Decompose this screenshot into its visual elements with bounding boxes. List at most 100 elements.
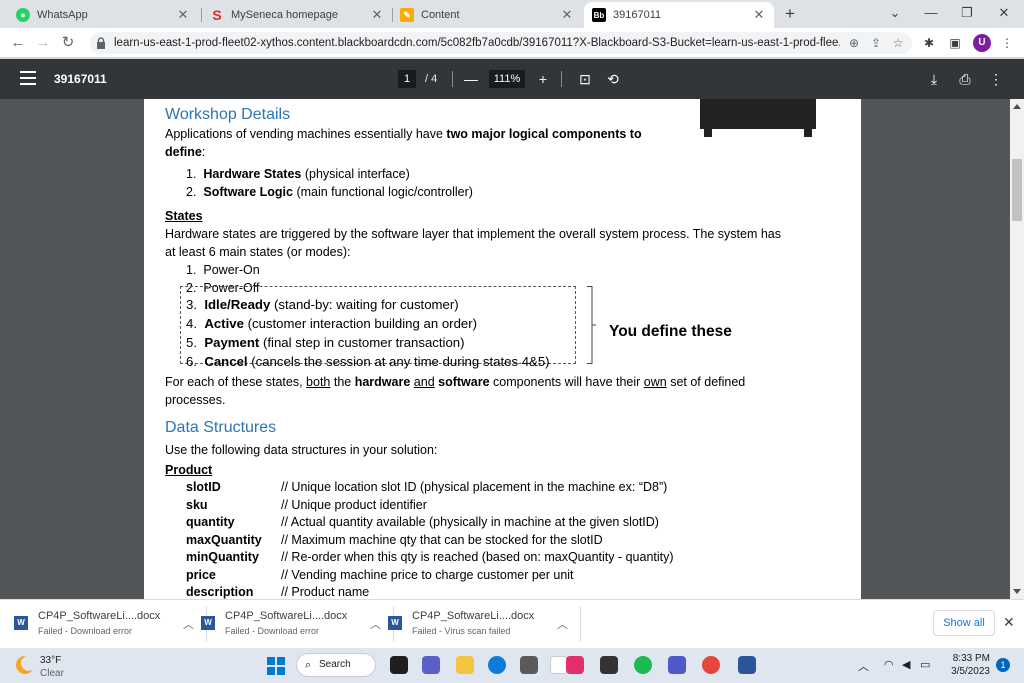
- battery-icon[interactable]: ▭: [920, 658, 930, 671]
- restore-button[interactable]: ❐: [956, 3, 978, 23]
- close-window-button[interactable]: ✕: [993, 3, 1015, 23]
- zoom-icon[interactable]: ⊕: [846, 36, 862, 50]
- menu-icon[interactable]: [20, 71, 36, 85]
- share-icon[interactable]: ⇪: [868, 36, 884, 50]
- total-pages: / 4: [425, 73, 438, 85]
- word-icon[interactable]: [738, 656, 756, 674]
- field-name: sku: [186, 498, 208, 512]
- download-icon[interactable]: ⤓: [924, 69, 944, 89]
- system-clock[interactable]: 8:33 PM 3/5/2023: [940, 652, 990, 678]
- task-view-icon[interactable]: [390, 656, 408, 674]
- more-actions-icon[interactable]: ⋮: [986, 69, 1006, 89]
- start-button[interactable]: [267, 657, 285, 675]
- print-icon[interactable]: ⎙: [955, 69, 975, 89]
- chrome-icon[interactable]: [702, 656, 720, 674]
- bookmark-star-icon[interactable]: ☆: [890, 36, 906, 50]
- profile-avatar[interactable]: U: [973, 34, 991, 52]
- field-name: price: [186, 568, 216, 582]
- minimize-button[interactable]: —: [920, 3, 942, 23]
- seneca-icon: S: [212, 7, 222, 23]
- notification-badge[interactable]: 1: [996, 658, 1010, 672]
- back-button[interactable]: ←: [8, 33, 28, 53]
- new-tab-button[interactable]: +: [780, 4, 800, 24]
- moon-icon: [16, 656, 34, 674]
- vertical-scrollbar[interactable]: [1010, 99, 1024, 599]
- close-icon[interactable]: ✕: [560, 7, 574, 23]
- field-name: minQuantity: [186, 550, 259, 564]
- roxio-icon[interactable]: [600, 656, 618, 674]
- close-icon[interactable]: ✕: [1003, 614, 1015, 631]
- toolbar-divider: [452, 71, 453, 87]
- word-file-icon: W: [14, 616, 28, 630]
- weather-temperature: 33°F: [40, 655, 62, 666]
- field-description: // Vending machine price to charge custo…: [281, 568, 574, 582]
- forward-button[interactable]: →: [33, 33, 53, 53]
- scroll-down-icon[interactable]: [1013, 589, 1021, 594]
- chevron-up-icon[interactable]: ︿: [557, 616, 568, 632]
- download-item[interactable]: W CP4P_SoftwareLi....docx Failed - Virus…: [388, 606, 581, 642]
- component-item: 1. Hardware States (physical interface): [186, 167, 410, 181]
- chevron-up-icon[interactable]: ︿: [370, 616, 381, 632]
- show-hidden-icons[interactable]: ︿: [858, 658, 869, 674]
- windows-taskbar: 33°F Clear ⌕ Search ︿ ◠ ◀ ▭ 8:33 PM 3/5/…: [0, 648, 1024, 683]
- lock-icon: [97, 37, 105, 49]
- zoom-out-button[interactable]: —: [461, 69, 481, 89]
- close-icon[interactable]: ✕: [176, 7, 190, 23]
- scroll-up-icon[interactable]: [1013, 104, 1021, 109]
- download-filename: CP4P_SoftwareLi....docx: [225, 610, 348, 622]
- taskbar-search[interactable]: ⌕ Search: [296, 653, 376, 677]
- state-item: 1. Power-On: [186, 263, 260, 277]
- address-bar[interactable]: learn-us-east-1-prod-fleet02-xythos.cont…: [90, 32, 912, 54]
- volume-icon[interactable]: ◀: [902, 658, 910, 671]
- file-explorer-icon[interactable]: [456, 656, 474, 674]
- weather-widget[interactable]: 33°F Clear: [16, 652, 106, 680]
- each-states-line-1: For each of these states, both the hardw…: [165, 375, 746, 389]
- field-description: // Unique location slot ID (physical pla…: [281, 480, 668, 494]
- tab-search-icon[interactable]: ⌄: [884, 3, 906, 23]
- pdf-viewer[interactable]: Workshop Details Applications of vending…: [0, 99, 1024, 599]
- download-filename: CP4P_SoftwareLi....docx: [412, 610, 535, 622]
- spotify-icon[interactable]: [634, 656, 652, 674]
- word-file-icon: W: [201, 616, 215, 630]
- weather-condition: Clear: [40, 668, 64, 679]
- chevron-up-icon[interactable]: ︿: [183, 616, 194, 632]
- download-item[interactable]: W CP4P_SoftwareLi....docx Failed - Downl…: [14, 606, 207, 642]
- side-panel-icon[interactable]: ▣: [946, 34, 964, 52]
- chat-icon[interactable]: [422, 656, 440, 674]
- field-name: maxQuantity: [186, 533, 262, 547]
- download-item[interactable]: W CP4P_SoftwareLi....docx Failed - Downl…: [201, 606, 394, 642]
- page-number-input[interactable]: 1: [398, 70, 416, 88]
- tab-content[interactable]: ✎ Content ✕: [392, 2, 582, 28]
- tab-39167011[interactable]: Bb 39167011 ✕: [584, 2, 774, 28]
- states-heading: States: [165, 209, 203, 223]
- tab-whatsapp[interactable]: ● WhatsApp ✕: [8, 2, 198, 28]
- edge-icon[interactable]: [488, 656, 506, 674]
- divider: [580, 606, 581, 642]
- state-item: 3. Idle/Ready (stand-by: waiting for cus…: [186, 297, 459, 312]
- state-item: 4. Active (customer interaction building…: [186, 316, 478, 331]
- you-define-callout: You define these: [609, 323, 732, 340]
- wifi-icon[interactable]: ◠: [884, 658, 894, 671]
- instagram-icon[interactable]: [566, 656, 584, 674]
- scrollbar-thumb[interactable]: [1012, 159, 1022, 221]
- blackboard-icon: Bb: [592, 8, 606, 22]
- zoom-level-input[interactable]: 111%: [489, 70, 525, 88]
- field-description: // Maximum machine qty that can be stock…: [281, 533, 603, 547]
- reload-button[interactable]: ↻: [58, 33, 78, 53]
- close-icon[interactable]: ✕: [752, 7, 766, 23]
- teams-icon[interactable]: [668, 656, 686, 674]
- browser-menu-icon[interactable]: ⋮: [998, 34, 1016, 52]
- fit-page-icon[interactable]: ⊡: [575, 69, 595, 89]
- show-all-button[interactable]: Show all: [933, 610, 995, 636]
- browser-toolbar: ← → ↻ learn-us-east-1-prod-fleet02-xytho…: [0, 28, 1024, 58]
- whatsapp-icon: ●: [16, 8, 30, 22]
- workshop-heading: Workshop Details: [165, 106, 291, 123]
- product-heading: Product: [165, 463, 213, 477]
- tab-myseneca[interactable]: S MySeneca homepage ✕: [202, 2, 392, 28]
- close-icon[interactable]: ✕: [370, 7, 384, 23]
- rotate-icon[interactable]: ⟲: [603, 69, 623, 89]
- extensions-icon[interactable]: ✱: [920, 34, 938, 52]
- zoom-in-button[interactable]: +: [533, 69, 553, 89]
- store-icon[interactable]: [520, 656, 538, 674]
- pdf-title: 39167011: [54, 72, 107, 86]
